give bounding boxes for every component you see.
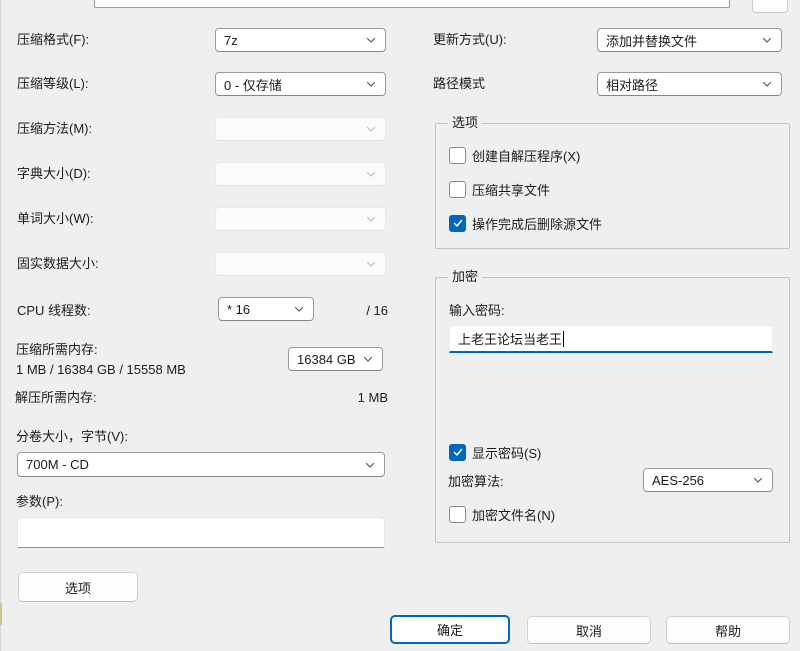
compression-level-select[interactable]: 0 - 仅存储 — [215, 72, 386, 96]
chevron-down-icon — [752, 474, 764, 486]
delete-after-compress-checkbox[interactable]: 操作完成后删除源文件 — [449, 214, 602, 232]
help-button-label: 帮助 — [715, 621, 741, 640]
chevron-down-icon — [365, 34, 377, 46]
compression-level-label: 压缩等级(L): — [17, 76, 89, 92]
memory-compress-value: 16384 GB — [297, 352, 362, 367]
delete-after-compress-checkbox-label: 操作完成后删除源文件 — [472, 214, 602, 233]
path-mode-label: 路径模式 — [433, 76, 485, 92]
dictionary-size-select — [215, 162, 386, 186]
path-mode-select[interactable]: 相对路径 — [597, 72, 782, 96]
sfx-checkbox-label: 创建自解压程序(X) — [472, 146, 580, 165]
compression-format-select[interactable]: 7z — [215, 28, 386, 52]
memory-compress-label: 压缩所需内存: — [16, 342, 98, 358]
sfx-checkbox[interactable]: 创建自解压程序(X) — [449, 146, 580, 164]
browse-button-fragment[interactable] — [752, 0, 788, 13]
memory-compress-detail: 1 MB / 16384 GB / 15558 MB — [16, 362, 186, 378]
checkbox-icon — [449, 147, 466, 164]
parameters-input[interactable] — [17, 517, 385, 548]
compression-level-value: 0 - 仅存储 — [224, 75, 365, 94]
update-mode-label: 更新方式(U): — [433, 32, 507, 48]
cpu-threads-select[interactable]: * 16 — [218, 297, 314, 321]
archive-name-input[interactable] — [94, 0, 730, 8]
word-size-select — [215, 207, 386, 231]
dictionary-size-label: 字典大小(D): — [17, 166, 91, 182]
chevron-down-icon — [365, 213, 377, 225]
password-label: 输入密码: — [449, 303, 505, 319]
left-edge-fragment — [0, 603, 2, 625]
cpu-threads-max: / 16 — [355, 303, 388, 319]
solid-block-size-select — [215, 252, 386, 276]
compression-method-select — [215, 117, 386, 141]
volume-size-label: 分卷大小，字节(V): — [16, 429, 128, 445]
cpu-threads-label: CPU 线程数: — [17, 303, 91, 319]
encryption-method-label: 加密算法: — [448, 474, 504, 490]
cancel-button-label: 取消 — [576, 621, 602, 640]
encryption-method-value: AES-256 — [652, 473, 752, 488]
show-password-checkbox-label: 显示密码(S) — [472, 443, 541, 462]
shared-files-checkbox[interactable]: 压缩共享文件 — [449, 180, 550, 198]
word-size-label: 单词大小(W): — [17, 211, 94, 227]
chevron-down-icon — [365, 168, 377, 180]
update-mode-value: 添加并替换文件 — [606, 31, 761, 50]
encryption-group-title: 加密 — [448, 269, 482, 285]
chevron-down-icon — [364, 459, 376, 471]
encrypt-filenames-checkbox[interactable]: 加密文件名(N) — [449, 505, 555, 523]
solid-block-size-label: 固实数据大小: — [17, 256, 99, 272]
options-button-label: 选项 — [65, 578, 91, 597]
show-password-checkbox[interactable]: 显示密码(S) — [449, 443, 541, 461]
volume-size-value: 700M - CD — [26, 457, 364, 472]
parameters-label: 参数(P): — [16, 494, 63, 510]
memory-compress-select[interactable]: 16384 GB — [288, 347, 383, 371]
ok-button[interactable]: 确定 — [390, 615, 510, 644]
encrypt-filenames-checkbox-label: 加密文件名(N) — [472, 505, 555, 524]
chevron-down-icon — [362, 353, 374, 365]
compression-format-value: 7z — [224, 33, 365, 48]
memory-decompress-label: 解压所需内存: — [15, 390, 97, 406]
cancel-button[interactable]: 取消 — [527, 616, 651, 644]
checkbox-icon — [449, 181, 466, 198]
chevron-down-icon — [365, 258, 377, 270]
checkbox-icon — [449, 444, 466, 461]
ok-button-label: 确定 — [437, 620, 463, 639]
path-mode-value: 相对路径 — [606, 75, 761, 94]
text-caret — [563, 331, 564, 347]
memory-decompress-value: 1 MB — [340, 390, 388, 406]
help-button[interactable]: 帮助 — [666, 616, 790, 644]
chevron-down-icon — [365, 123, 377, 135]
compression-method-label: 压缩方法(M): — [17, 121, 92, 137]
password-input[interactable]: 上老王论坛当老王 — [449, 325, 773, 353]
options-group-title: 选项 — [448, 115, 482, 131]
volume-size-combobox[interactable]: 700M - CD — [17, 452, 385, 477]
chevron-down-icon — [293, 303, 305, 315]
update-mode-select[interactable]: 添加并替换文件 — [597, 28, 782, 52]
password-value: 上老王论坛当老王 — [458, 329, 562, 348]
chevron-down-icon — [761, 78, 773, 90]
left-edge-line — [0, 0, 1, 651]
encryption-method-select[interactable]: AES-256 — [643, 468, 773, 492]
chevron-down-icon — [761, 34, 773, 46]
checkbox-icon — [449, 215, 466, 232]
cpu-threads-value: * 16 — [227, 302, 293, 317]
chevron-down-icon — [365, 78, 377, 90]
compression-format-label: 压缩格式(F): — [17, 32, 89, 48]
options-button[interactable]: 选项 — [18, 572, 138, 602]
checkbox-icon — [449, 506, 466, 523]
shared-files-checkbox-label: 压缩共享文件 — [472, 180, 550, 199]
